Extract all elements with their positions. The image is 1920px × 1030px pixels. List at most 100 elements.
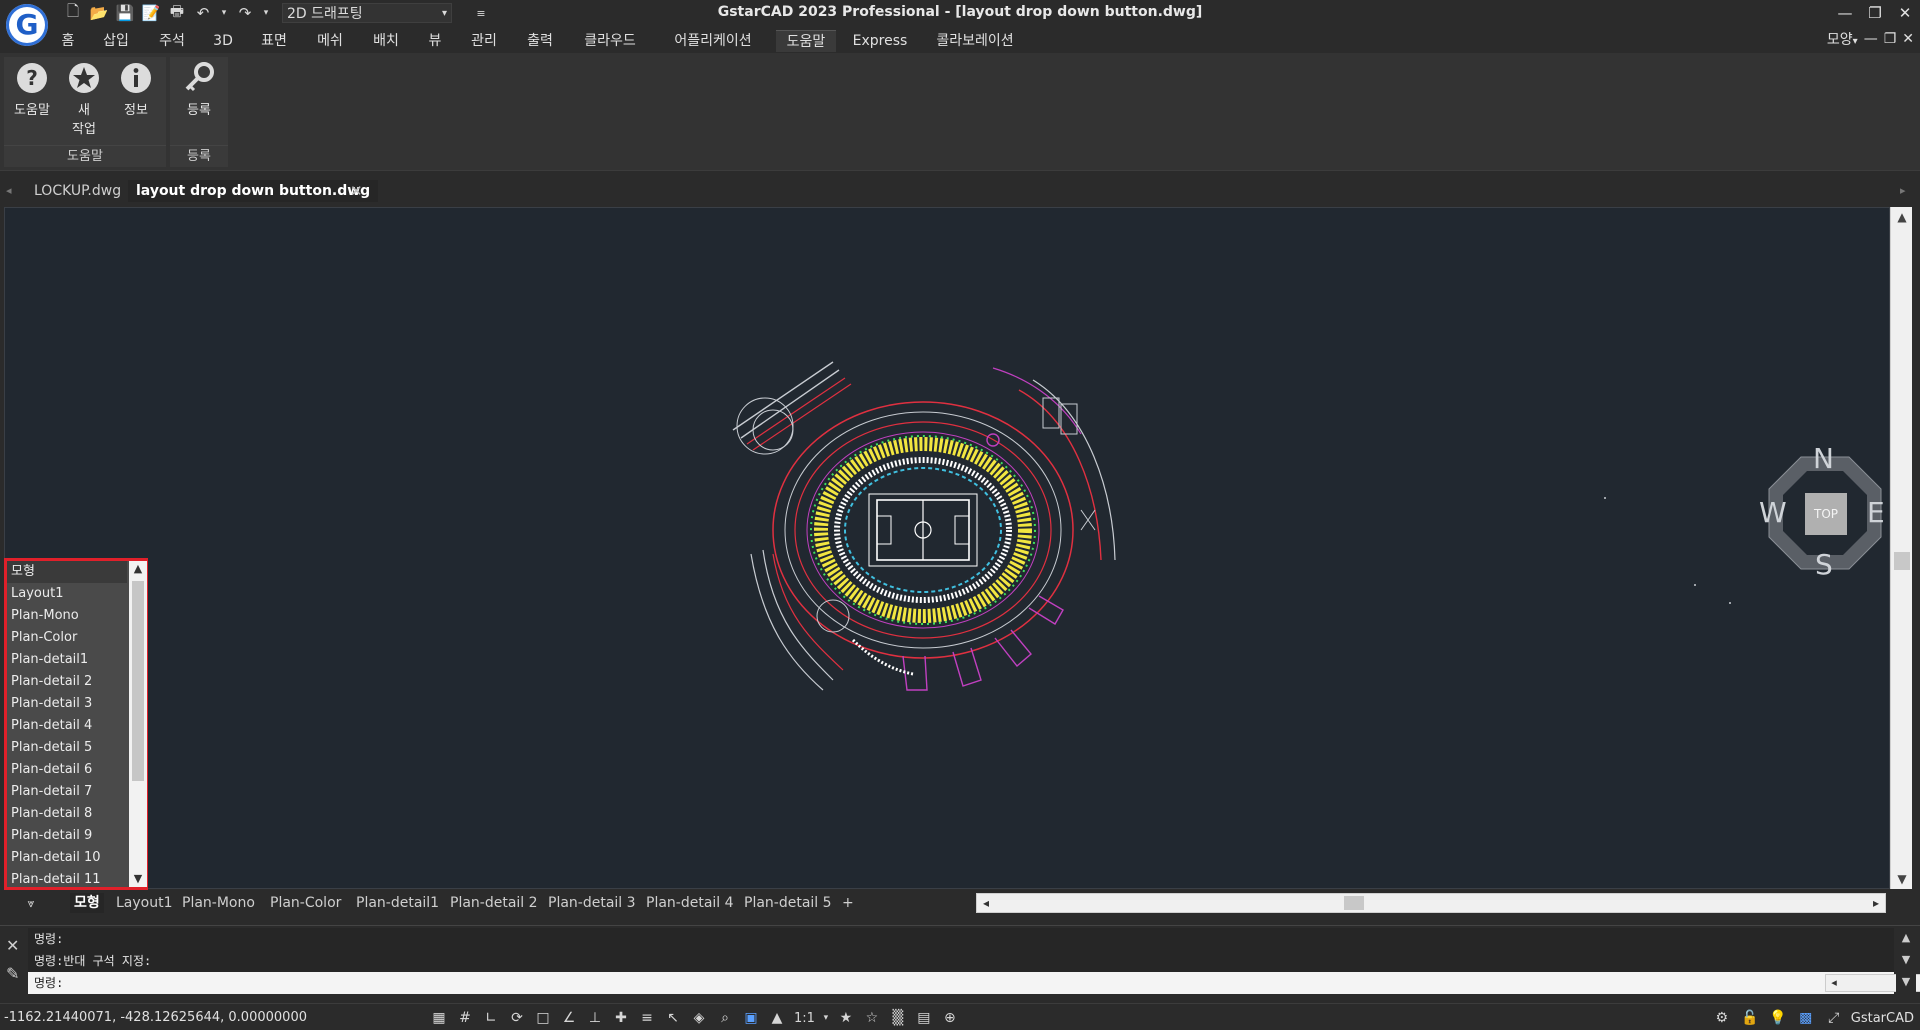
- gear-icon[interactable]: ⚙: [1711, 1007, 1733, 1029]
- workspace-grid-icon[interactable]: ▤: [913, 1007, 935, 1029]
- workspace-select[interactable]: 2D 드래프팅 ▾: [282, 3, 452, 23]
- layout-list-item[interactable]: Plan-Mono: [7, 605, 127, 627]
- command-vertical-scrollbar[interactable]: ▲ ▼ ▼: [1896, 928, 1916, 994]
- tab-3d[interactable]: 3D: [210, 30, 236, 52]
- snap-icon[interactable]: #: [454, 1007, 476, 1029]
- layout-list-item[interactable]: Plan-detail 5: [7, 737, 127, 759]
- register-button[interactable]: 등록: [175, 61, 223, 118]
- tab-application[interactable]: 어플리케이션: [668, 30, 758, 52]
- add-layout-button[interactable]: +: [838, 893, 858, 913]
- layout-tab[interactable]: Plan-detail1: [352, 893, 443, 913]
- scroll-down-icon[interactable]: ▼: [129, 871, 147, 887]
- ribbon-close-icon[interactable]: ✕: [1902, 31, 1914, 47]
- close-icon[interactable]: ✕: [1890, 0, 1920, 26]
- new-features-button[interactable]: 새 작업: [60, 61, 108, 137]
- scroll-thumb[interactable]: [1344, 896, 1364, 910]
- layout-tab[interactable]: Plan-Mono: [178, 893, 259, 913]
- app-logo-button[interactable]: G: [6, 4, 48, 46]
- layout-dropdown-button[interactable]: ⩔: [16, 893, 46, 913]
- ducs-icon[interactable]: ⊥: [584, 1007, 606, 1029]
- viewcube-south[interactable]: S: [1815, 551, 1833, 579]
- viewcube-north[interactable]: N: [1813, 445, 1834, 473]
- zoom-icon[interactable]: ⌕: [714, 1007, 736, 1029]
- layout-tab[interactable]: Plan-detail 4: [642, 893, 738, 913]
- scroll-down-icon[interactable]: ▼: [1891, 869, 1913, 889]
- layout-list-item[interactable]: Plan-detail 6: [7, 759, 127, 781]
- tab-scroll-right-icon[interactable]: ▸: [1900, 180, 1906, 202]
- layout-list-item[interactable]: 모형: [7, 561, 127, 583]
- tab-view[interactable]: 뷰: [426, 30, 444, 52]
- undo-icon[interactable]: ↶: [192, 2, 214, 24]
- tab-layout[interactable]: 배치: [370, 30, 402, 52]
- scroll-right-icon[interactable]: ▸: [1867, 894, 1885, 912]
- tab-scroll-left-icon[interactable]: ◂: [6, 180, 12, 202]
- tab-annotate[interactable]: 주석: [156, 30, 188, 52]
- clean-screen-icon[interactable]: ⤢: [1823, 1007, 1845, 1029]
- layout-list-item[interactable]: Plan-detail1: [7, 649, 127, 671]
- document-tab-lockup[interactable]: LOCKUP.dwg: [26, 180, 129, 202]
- lock-icon[interactable]: 🔓: [1739, 1007, 1761, 1029]
- isolate-icon[interactable]: ▒: [887, 1007, 909, 1029]
- scroll-up-icon[interactable]: ▲: [1891, 207, 1913, 227]
- tab-home[interactable]: 홈: [58, 30, 78, 52]
- close-tab-icon[interactable]: ✕: [350, 180, 363, 202]
- help-button[interactable]: ? 도움말: [8, 61, 56, 118]
- layout-list-item[interactable]: Plan-detail 10: [7, 847, 127, 869]
- tab-help[interactable]: 도움말: [776, 30, 836, 52]
- grid-icon[interactable]: ▦: [428, 1007, 450, 1029]
- annotation-scale[interactable]: 1:1: [792, 1011, 817, 1026]
- layout-tab[interactable]: Plan-detail 5: [740, 893, 836, 913]
- layout-list-item[interactable]: Plan-detail 11: [7, 869, 127, 891]
- save-as-icon[interactable]: 📝: [140, 2, 162, 24]
- ribbon-minimize-icon[interactable]: —: [1864, 31, 1878, 47]
- annotation-scale-icon[interactable]: ▲: [766, 1007, 788, 1029]
- layout-list-item[interactable]: Plan-detail 4: [7, 715, 127, 737]
- scroll-thumb[interactable]: [132, 581, 144, 781]
- customize-qat-icon[interactable]: ≡: [470, 2, 492, 24]
- tab-express[interactable]: Express: [852, 30, 908, 52]
- style-dropdown[interactable]: 모양▾: [1827, 29, 1858, 49]
- chevron-down-icon[interactable]: ▾: [821, 1007, 831, 1029]
- layout-list-item[interactable]: Plan-detail 2: [7, 671, 127, 693]
- redo-icon[interactable]: ↷: [234, 2, 256, 24]
- ortho-icon[interactable]: ∟: [480, 1007, 502, 1029]
- undo-dropdown-icon[interactable]: ▾: [218, 2, 230, 24]
- lightbulb-icon[interactable]: 💡: [1767, 1007, 1789, 1029]
- layout-tab[interactable]: Plan-detail 2: [446, 893, 542, 913]
- dyn-input-icon[interactable]: ✚: [610, 1007, 632, 1029]
- osnap-icon[interactable]: □: [532, 1007, 554, 1029]
- layout-list-item[interactable]: Plan-detail 8: [7, 803, 127, 825]
- viewcube[interactable]: TOP N S E W: [1759, 445, 1885, 579]
- tab-surface[interactable]: 표면: [258, 30, 290, 52]
- tab-collaboration[interactable]: 콜라보레이션: [932, 30, 1018, 52]
- layout-list-scrollbar[interactable]: ▲ ▼: [129, 561, 147, 887]
- save-icon[interactable]: 💾: [114, 2, 136, 24]
- otrack-icon[interactable]: ∠: [558, 1007, 580, 1029]
- layout-tab[interactable]: Layout1: [112, 893, 177, 913]
- pencil-icon[interactable]: ✎: [6, 964, 19, 983]
- tab-cloud[interactable]: 클라우드: [580, 30, 640, 52]
- canvas-vertical-scrollbar[interactable]: ▲ ▼: [1890, 207, 1912, 889]
- drawing-canvas[interactable]: TOP N S E W: [4, 207, 1890, 889]
- layout-list-item[interactable]: Layout1: [7, 583, 127, 605]
- scroll-down-icon[interactable]: ▼: [1898, 974, 1914, 990]
- scroll-up-icon[interactable]: ▲: [1898, 930, 1914, 946]
- model-space-icon[interactable]: ▣: [740, 1007, 762, 1029]
- info-button[interactable]: 정보: [112, 61, 160, 118]
- scroll-up-icon[interactable]: ▲: [129, 561, 147, 577]
- hardware-acceleration-icon[interactable]: ▩: [1795, 1007, 1817, 1029]
- open-folder-icon[interactable]: 📂: [88, 2, 110, 24]
- ribbon-restore-icon[interactable]: ❐: [1884, 31, 1897, 47]
- close-icon[interactable]: ✕: [6, 936, 19, 955]
- layout-list-item[interactable]: Plan-detail 9: [7, 825, 127, 847]
- layout-list-item[interactable]: Plan-detail 3: [7, 693, 127, 715]
- annotation-visibility-icon[interactable]: ★: [835, 1007, 857, 1029]
- viewcube-top-face[interactable]: TOP: [1805, 493, 1847, 535]
- scroll-down-icon[interactable]: ▼: [1898, 952, 1914, 968]
- print-icon[interactable]: 🖶: [166, 2, 188, 24]
- polar-icon[interactable]: ⟳: [506, 1007, 528, 1029]
- lineweight-icon[interactable]: ≡: [636, 1007, 658, 1029]
- add-icon[interactable]: ⊕: [939, 1007, 961, 1029]
- layout-tab[interactable]: Plan-detail 3: [544, 893, 640, 913]
- canvas-horizontal-scrollbar[interactable]: ◂ ▸: [976, 893, 1886, 913]
